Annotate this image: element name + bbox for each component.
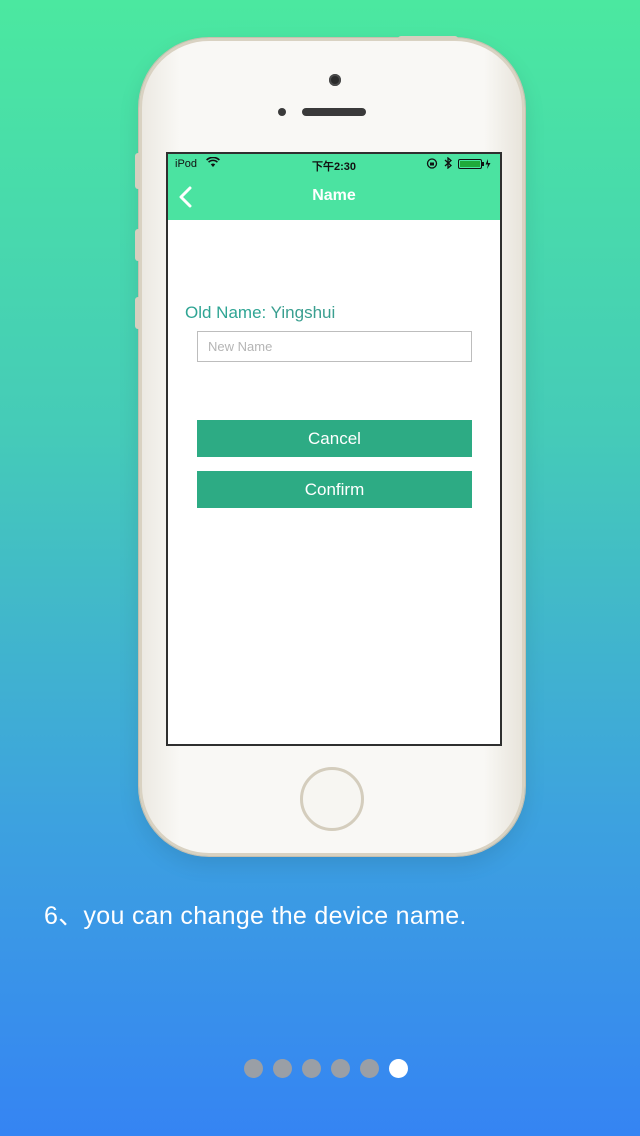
status-bar: iPod 下午2:30 bbox=[168, 154, 500, 174]
page-indicator bbox=[244, 1059, 408, 1079]
new-name-input[interactable] bbox=[197, 331, 472, 362]
old-name-label: Old Name: bbox=[185, 303, 267, 322]
page-dot[interactable] bbox=[360, 1059, 379, 1078]
volume-down-button bbox=[135, 297, 140, 329]
proximity-sensor bbox=[278, 108, 286, 116]
header: iPod 下午2:30 Name bbox=[168, 154, 500, 220]
battery-icon bbox=[458, 159, 492, 172]
bluetooth-icon bbox=[444, 156, 452, 172]
phone-screen: iPod 下午2:30 Name Old Name: Yingshui New … bbox=[166, 152, 502, 746]
home-button bbox=[300, 767, 364, 831]
rotation-lock-icon bbox=[426, 158, 438, 172]
earpiece-speaker bbox=[302, 108, 366, 116]
page-dot[interactable] bbox=[244, 1059, 263, 1078]
page-dot[interactable] bbox=[331, 1059, 350, 1078]
old-name-value: Yingshui bbox=[270, 303, 336, 322]
mute-switch bbox=[135, 153, 140, 189]
instruction-caption: 6、you can change the device name. bbox=[44, 902, 467, 930]
nav-bar: Name bbox=[168, 174, 500, 220]
cancel-button[interactable]: Cancel bbox=[197, 420, 472, 457]
front-camera bbox=[329, 74, 341, 86]
page-dot[interactable] bbox=[302, 1059, 321, 1078]
page-dot[interactable] bbox=[389, 1059, 408, 1078]
phone-mockup: iPod 下午2:30 Name Old Name: Yingshui New … bbox=[135, 36, 525, 856]
page-title: Name bbox=[312, 187, 356, 204]
power-button bbox=[398, 36, 458, 40]
old-name-row: Old Name: Yingshui bbox=[185, 303, 335, 323]
volume-up-button bbox=[135, 229, 140, 261]
confirm-button[interactable]: Confirm bbox=[197, 471, 472, 508]
page-dot[interactable] bbox=[273, 1059, 292, 1078]
